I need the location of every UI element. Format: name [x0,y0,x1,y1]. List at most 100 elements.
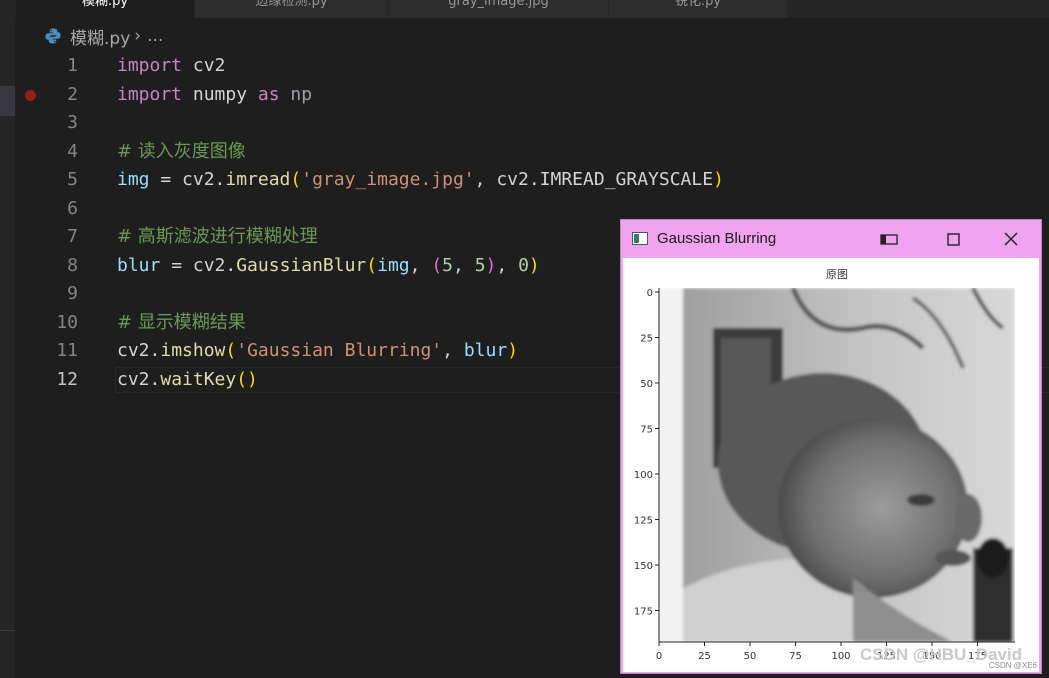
code-line[interactable]: 3 [15,109,1049,138]
line-number: 7 [67,226,78,247]
code-token: # 高斯滤波进行模糊处理 [117,226,318,247]
x-tick-label: 25 [698,651,711,662]
breadcrumb-file[interactable]: 模糊.py [70,24,130,49]
code-line[interactable]: 4 # 读入灰度图像 [15,138,1049,167]
code-token: 'Gaussian Blurring' [236,340,443,361]
line-number: 5 [67,169,78,190]
plot-title: 原图 [826,268,848,281]
python-file-icon [44,27,62,45]
chevron-right-icon: › [134,26,142,46]
maximize-icon[interactable] [941,228,965,250]
code-token: cv2 [182,55,226,76]
code-token: 5 [442,254,453,276]
y-tick-label: 100 [634,470,653,481]
line-number: 8 [67,254,78,276]
code-token: imread [225,169,291,190]
code-token: ) [507,340,519,361]
x-tick-label: 75 [789,651,802,662]
code-line[interactable]: 2 import numpy as np [15,81,1049,110]
line-number: 11 [56,340,78,361]
line-number: 10 [56,311,78,333]
code-token: blur [463,340,508,361]
code-token: as [257,83,280,105]
y-tick-label: 150 [634,561,653,572]
code-token: waitKey [160,368,237,390]
minimize-icon[interactable] [877,228,901,250]
tab-bar: 模糊.py 边缘检测.py gray_image.jpg 锐化.py [0,0,1049,18]
code-text: cv2.imshow('Gaussian Blurring', blur) [117,337,518,366]
close-icon[interactable] [999,228,1023,250]
y-tick-label: 0 [647,288,653,299]
blurred-image [659,288,1015,642]
breadcrumb-symbols[interactable]: ... [147,26,163,46]
x-tick-label: 0 [656,651,662,662]
activity-bar-edge [0,18,15,678]
code-line[interactable]: 1 import cv2 [15,52,1049,81]
activity-selected-indicator [0,86,15,116]
y-tick-label: 25 [640,334,653,345]
tab-edge-detect-py[interactable]: 边缘检测.py [195,0,389,18]
plot-figure: 原图 0 255075100125150175 0 25 50 75 100 12… [634,268,1038,670]
code-token: img [377,254,410,276]
code-token: import [117,83,183,105]
code-line[interactable]: 5 img = cv2.imread('gray_image.jpg', cv2.… [15,166,1049,195]
code-token: ( [431,254,443,276]
code-token: cv2. [117,368,161,390]
gaussian-blurring-window[interactable]: Gaussian Blurring 原图 0 25 50 75 100 125 … [620,219,1042,674]
code-token: , cv2.IMREAD_GRAYSCALE [474,169,714,190]
code-text: # 显示模糊结果 [117,309,246,338]
code-token: , [496,254,519,276]
line-number: 3 [67,112,78,133]
image-canvas: 原图 0 25 50 75 100 125 150 175 0 25 50 75… [623,258,1039,672]
code-token: np [279,83,313,105]
y-axis-ticks: 0 25 50 75 100 125 150 175 [634,288,659,618]
code-token: = cv2. [160,254,237,276]
code-token: img [117,169,150,190]
breakpoint-icon[interactable] [25,89,36,101]
credit-text: CSDN @XE6 [989,661,1038,670]
code-token: ( [366,254,378,276]
line-number: 1 [67,55,78,76]
code-token: imshow [160,340,226,361]
line-number: 4 [67,140,78,162]
code-token: # 显示模糊结果 [117,311,246,333]
y-tick-label: 175 [634,607,653,618]
code-token: = cv2. [149,169,226,190]
code-text: import numpy as np [117,81,312,110]
y-tick-label: 125 [634,516,653,527]
tab-blur-py[interactable]: 模糊.py [16,0,195,18]
code-token: () [236,368,258,390]
window-title: Gaussian Blurring [657,230,777,247]
line-number: 12 [56,368,78,390]
x-tick-label: 100 [831,651,850,662]
tab-gray-image-jpg[interactable]: gray_image.jpg [389,0,609,18]
code-token: ) [528,254,540,276]
code-text: # 读入灰度图像 [117,138,246,167]
code-text: import cv2 [117,52,225,81]
code-text: img = cv2.imread('gray_image.jpg', cv2.I… [117,166,724,195]
code-token: GaussianBlur [236,254,367,276]
code-token: cv2. [117,340,161,361]
code-token: 0 [518,254,529,276]
code-token: ( [290,169,302,190]
line-number: 9 [67,283,78,304]
code-token: ( [225,340,237,361]
x-tick-label: 50 [744,651,757,662]
tab-sharpen-py[interactable]: 锐化.py [609,0,788,18]
code-text: blur = cv2.GaussianBlur(img, (5, 5), 0) [117,252,540,281]
code-token: numpy [182,83,258,105]
code-token: , [442,340,464,361]
panel-divider [0,630,15,631]
code-token: 5 [474,254,486,276]
window-title-bar[interactable]: Gaussian Blurring [621,220,1041,258]
window-app-icon [632,232,648,245]
code-token: , [409,254,432,276]
breadcrumb: 模糊.py › ... [44,24,163,49]
code-token: blur [117,254,161,276]
y-tick-label: 75 [640,425,653,436]
code-token: import [117,55,183,76]
code-token: # 读入灰度图像 [117,140,246,162]
line-number: 6 [67,197,78,219]
code-text: # 高斯滤波进行模糊处理 [117,223,318,252]
code-token: , [453,254,475,276]
